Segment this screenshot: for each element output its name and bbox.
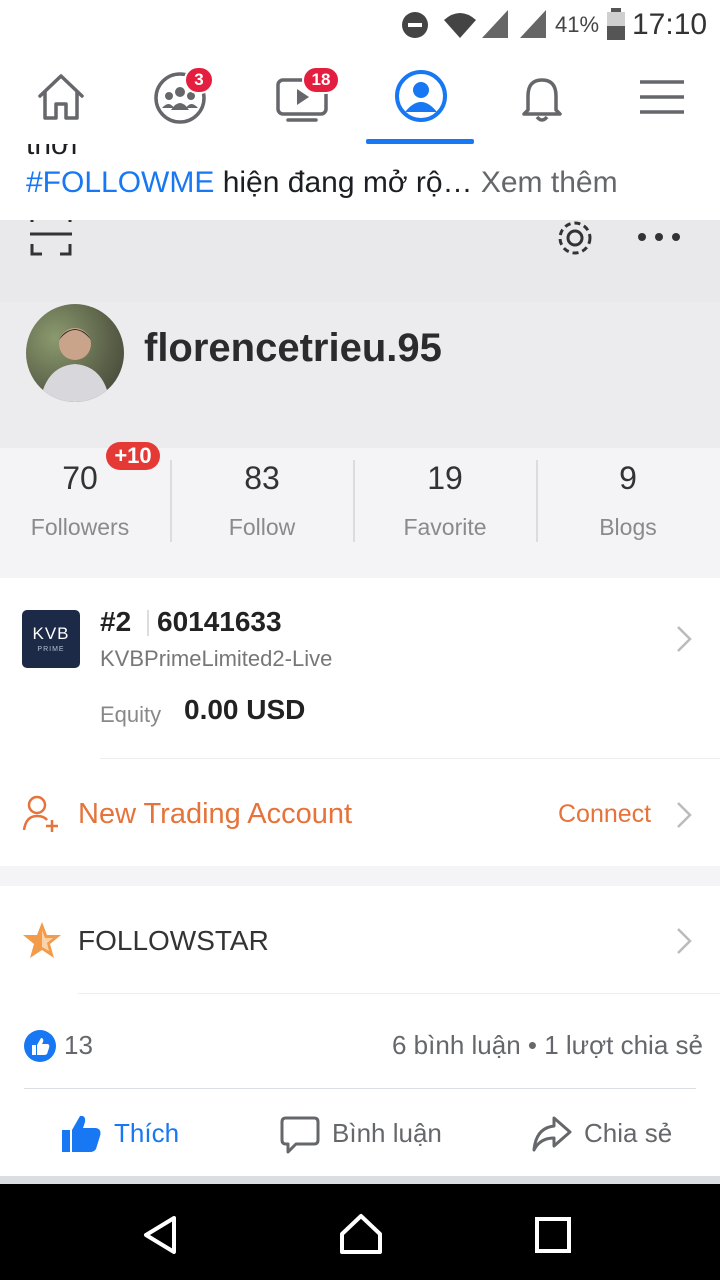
wifi-icon xyxy=(444,13,476,38)
avatar xyxy=(26,304,124,402)
groups-badge: 3 xyxy=(184,66,214,94)
comment-button-label: Bình luận xyxy=(332,1118,442,1148)
chevron-right-icon[interactable] xyxy=(674,926,694,956)
stat-value: 9 xyxy=(619,460,637,496)
like-button-label: Thích xyxy=(114,1118,180,1148)
battery-percentage: 41% xyxy=(555,12,600,37)
stat-value: 19 xyxy=(427,460,463,496)
comment-button[interactable]: Bình luận xyxy=(280,1110,460,1158)
stat-value: 83 xyxy=(244,460,280,496)
status-bar: 41% 17:10 xyxy=(0,0,720,50)
battery-icon xyxy=(607,8,625,40)
facebook-top-nav: 3 18 xyxy=(0,50,720,145)
nav-groups[interactable]: 3 xyxy=(124,50,234,144)
watch-badge: 18 xyxy=(302,66,340,94)
row-divider xyxy=(100,758,720,759)
profile-icon xyxy=(395,70,447,122)
connect-button[interactable]: Connect xyxy=(558,800,651,829)
thumbs-up-icon xyxy=(62,1115,101,1152)
add-user-icon xyxy=(22,795,58,832)
menu-icon xyxy=(640,80,684,114)
stat-blogs[interactable]: 9 Blogs xyxy=(538,448,718,546)
share-button[interactable]: Chia sẻ xyxy=(530,1110,680,1158)
row-divider xyxy=(78,993,720,994)
nav-menu[interactable] xyxy=(606,50,716,144)
actions-divider xyxy=(24,1088,696,1089)
recent-apps-icon[interactable] xyxy=(534,1216,572,1254)
stat-label: Favorite xyxy=(403,514,487,540)
post-text: thời #FOLLOWME hiện đang mở rộ… Xem thêm xyxy=(0,144,720,220)
back-icon[interactable] xyxy=(140,1214,180,1256)
stat-label: Follow xyxy=(228,514,296,540)
chevron-right-icon[interactable] xyxy=(674,624,694,654)
section-gap xyxy=(0,866,720,886)
signal-icon xyxy=(482,10,508,38)
equity-value: 0.00 USD xyxy=(184,694,306,725)
home-icon xyxy=(38,74,84,120)
hashtag-link[interactable]: #FOLLOWME xyxy=(26,166,214,199)
equity-label: Equity xyxy=(100,702,162,727)
account-separator xyxy=(147,610,149,636)
followstar-label: FOLLOWSTAR xyxy=(78,925,269,956)
chevron-right-icon[interactable] xyxy=(674,800,694,830)
stat-label: Blogs xyxy=(599,514,657,540)
see-more-link[interactable]: Xem thêm xyxy=(473,166,618,199)
stat-favorite[interactable]: 19 Favorite xyxy=(355,448,535,546)
followers-increase-badge: +10 xyxy=(106,442,160,470)
profile-username: florencetrieu.95 xyxy=(144,326,442,370)
account-rank: #2 xyxy=(100,606,132,637)
comment-icon xyxy=(280,1116,320,1154)
scan-icon xyxy=(30,220,72,256)
home-nav-icon[interactable] xyxy=(338,1212,384,1258)
post-text-cut-line: thời xyxy=(26,144,78,161)
clock: 17:10 xyxy=(632,8,708,41)
nav-notifications[interactable] xyxy=(486,50,596,144)
account-name: KVBPrimeLimited2-Live xyxy=(100,646,333,671)
post-text-line: #FOLLOWME hiện đang mở rộ… Xem thêm xyxy=(26,166,618,200)
app-screenshot-header xyxy=(0,220,720,302)
post-body: hiện đang mở rộ… xyxy=(214,166,473,199)
android-nav-bar xyxy=(0,1184,720,1280)
share-icon xyxy=(532,1116,572,1152)
nav-profile[interactable] xyxy=(365,50,475,144)
do-not-disturb-icon xyxy=(402,12,428,38)
signal-icon-2 xyxy=(520,10,546,38)
stat-follow[interactable]: 83 Follow xyxy=(172,448,352,546)
comments-shares-count[interactable]: 6 bình luận • 1 lượt chia sẻ xyxy=(392,1030,703,1061)
nav-watch[interactable]: 18 xyxy=(246,50,356,144)
more-dots-icon xyxy=(638,233,680,241)
kvb-logo-subtext: PRIME xyxy=(37,646,65,653)
share-button-label: Chia sẻ xyxy=(584,1118,673,1148)
nav-home[interactable] xyxy=(6,50,116,144)
avatar-photo xyxy=(40,328,110,402)
stat-label: Followers xyxy=(30,514,130,540)
star-icon xyxy=(23,922,61,958)
like-button[interactable]: Thích xyxy=(60,1110,200,1158)
bell-icon xyxy=(522,78,562,122)
kvb-logo: KVB PRIME xyxy=(22,610,80,668)
new-trading-account-link[interactable]: New Trading Account xyxy=(78,798,352,831)
like-count[interactable]: 13 xyxy=(64,1030,93,1061)
account-id: 60141633 xyxy=(157,606,282,637)
kvb-logo-text: KVB xyxy=(32,624,70,643)
settings-gear-icon xyxy=(558,221,592,255)
like-reaction-icon[interactable] xyxy=(24,1030,56,1062)
section-gap xyxy=(0,546,720,578)
bottom-divider xyxy=(0,1176,720,1184)
